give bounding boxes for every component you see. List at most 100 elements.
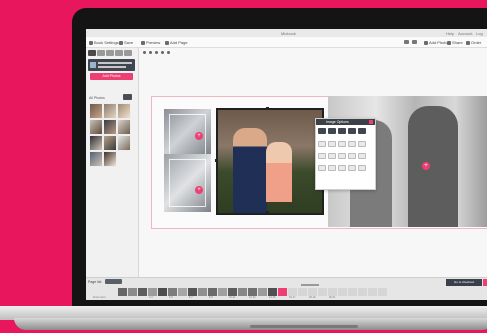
- grid-icon[interactable]: [149, 51, 152, 54]
- fit-icon[interactable]: [348, 153, 356, 159]
- photo-filter-dropdown[interactable]: [123, 94, 132, 100]
- photo-thumbnail[interactable]: [103, 151, 117, 167]
- add-photo-button[interactable]: Add Photo: [424, 40, 448, 45]
- page-thumb[interactable]: [288, 288, 297, 296]
- add-photo-badge[interactable]: +: [195, 186, 203, 194]
- tab-layouts[interactable]: [115, 50, 123, 56]
- delete-icon[interactable]: [358, 128, 366, 134]
- titlebar-help-link[interactable]: Help: [446, 31, 454, 36]
- page-thumb[interactable]: [368, 288, 377, 296]
- titlebar-account-link[interactable]: Account: [458, 31, 472, 36]
- photo-thumbnail[interactable]: [89, 135, 103, 151]
- add-photo-badge[interactable]: +: [422, 162, 430, 170]
- page-thumb[interactable]: [298, 288, 307, 296]
- page-thumb[interactable]: [268, 288, 277, 296]
- tab-text[interactable]: [124, 50, 132, 56]
- page-view-dropdown[interactable]: [105, 279, 122, 284]
- save-button[interactable]: Save: [119, 40, 133, 45]
- border-icon[interactable]: [318, 141, 326, 147]
- page-thumb[interactable]: [308, 288, 317, 296]
- order-button[interactable]: Order: [466, 40, 481, 45]
- link-icon[interactable]: [348, 165, 356, 171]
- photo-thumbnail[interactable]: [103, 119, 117, 135]
- page-thumb[interactable]: [148, 288, 157, 296]
- bring-forward-icon[interactable]: [348, 141, 356, 147]
- page-filmstrip: [118, 288, 387, 296]
- page-thumb[interactable]: [258, 288, 267, 296]
- page-thumb[interactable]: [228, 288, 237, 296]
- canvas-tools: [143, 51, 170, 54]
- tab-stickers[interactable]: [106, 50, 114, 56]
- resize-handle[interactable]: [266, 107, 269, 110]
- page-thumb[interactable]: [198, 288, 207, 296]
- page-thumb[interactable]: [338, 288, 347, 296]
- filter-icon[interactable]: [348, 128, 356, 134]
- groom-figure: [408, 106, 458, 227]
- page-thumb[interactable]: [208, 288, 217, 296]
- page-thumb[interactable]: [328, 288, 337, 296]
- page-thumb[interactable]: [358, 288, 367, 296]
- page-thumb[interactable]: [178, 288, 187, 296]
- photo-thumbnail[interactable]: [117, 119, 131, 135]
- page-thumb[interactable]: [318, 288, 327, 296]
- close-icon[interactable]: [369, 120, 373, 124]
- save-label: Save: [124, 40, 134, 45]
- page-thumb[interactable]: [248, 288, 257, 296]
- page-thumb[interactable]: [348, 288, 357, 296]
- checkout-button[interactable]: Go to checkout: [446, 279, 482, 286]
- photo-thumbnail[interactable]: [103, 103, 117, 119]
- align-icon[interactable]: [155, 51, 158, 54]
- book-settings-button[interactable]: Book Settings: [89, 40, 119, 45]
- send-back-icon[interactable]: [358, 141, 366, 147]
- photo-thumbnail[interactable]: [103, 135, 117, 151]
- resize-handle[interactable]: [215, 159, 218, 162]
- photo-thumbnail[interactable]: [117, 135, 131, 151]
- photo-thumbnail[interactable]: [89, 103, 103, 119]
- page-thumb[interactable]: [128, 288, 137, 296]
- photo-thumbnail[interactable]: [89, 119, 103, 135]
- page-thumb[interactable]: [188, 288, 197, 296]
- crop-icon[interactable]: [318, 128, 326, 134]
- layers-icon[interactable]: [161, 51, 164, 54]
- fill-icon[interactable]: [358, 153, 366, 159]
- tab-backgrounds[interactable]: [97, 50, 105, 56]
- resize-handle[interactable]: [266, 211, 269, 214]
- undo-icon[interactable]: [404, 40, 409, 44]
- tab-photos[interactable]: [88, 50, 96, 56]
- preview-button[interactable]: Preview: [141, 40, 160, 45]
- align-center-icon[interactable]: [328, 153, 336, 159]
- photo-slot-bottom-left[interactable]: [164, 154, 211, 212]
- rotate-icon[interactable]: [328, 128, 336, 134]
- flip-icon[interactable]: [338, 128, 346, 134]
- opacity-icon[interactable]: [338, 141, 346, 147]
- add-photo-badge[interactable]: +: [195, 132, 203, 140]
- page-thumb[interactable]: [168, 288, 177, 296]
- more-icon[interactable]: [358, 165, 366, 171]
- duplicate-icon[interactable]: [338, 165, 346, 171]
- more-icon[interactable]: [167, 51, 170, 54]
- align-left-icon[interactable]: [318, 153, 326, 159]
- align-right-icon[interactable]: [338, 153, 346, 159]
- photo-thumbnail[interactable]: [89, 151, 103, 167]
- canvas-scrollbar[interactable]: [301, 284, 319, 286]
- page-thumb[interactable]: [118, 288, 127, 296]
- add-page-button[interactable]: Add Page: [165, 40, 188, 45]
- page-thumb[interactable]: [218, 288, 227, 296]
- page-thumb[interactable]: [158, 288, 167, 296]
- page-thumb[interactable]: [138, 288, 147, 296]
- page-thumb[interactable]: [238, 288, 247, 296]
- add-page-icon: [165, 40, 169, 45]
- page-thumb[interactable]: [378, 288, 387, 296]
- add-photos-button[interactable]: Add Photos: [90, 73, 133, 80]
- redo-icon[interactable]: [412, 40, 417, 44]
- page-thumb-selected[interactable]: [278, 288, 287, 296]
- share-button[interactable]: Share: [447, 40, 463, 45]
- options-row: [318, 153, 366, 159]
- swap-icon[interactable]: [318, 165, 326, 171]
- order-now-button[interactable]: [483, 279, 487, 286]
- photo-thumbnail[interactable]: [117, 103, 131, 119]
- lock-icon[interactable]: [328, 165, 336, 171]
- shadow-icon[interactable]: [328, 141, 336, 147]
- zoom-icon[interactable]: [143, 51, 146, 54]
- image-options-title: Image Options: [316, 119, 375, 125]
